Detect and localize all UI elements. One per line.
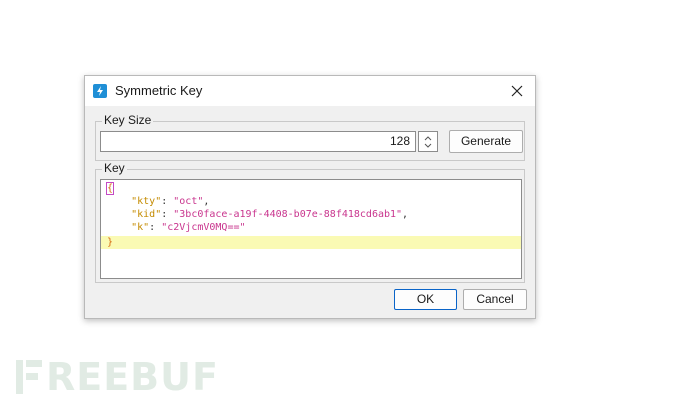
json-key: "kty" [131,196,162,207]
code-line: { [101,182,521,195]
code-line: "k": "c2VjcmV0MQ==" [131,222,246,233]
open-brace: { [106,182,115,195]
key-json-editor[interactable]: { "kty": "oct", "kid": "3bc0face-a19f-44… [100,179,522,279]
lightning-icon [93,84,107,98]
cancel-button[interactable]: Cancel [463,289,527,310]
code-line: "kty": "oct", [131,196,210,207]
dialog-title: Symmetric Key [115,83,203,98]
code-line-current: } [101,236,521,249]
stepper-icon [424,135,432,148]
json-punct: , [402,209,409,220]
key-size-stepper[interactable] [418,131,438,152]
json-value: "c2VjcmV0MQ==" [161,222,246,233]
code-line: "kid": "3bc0face-a19f-4408-b07e-88f418cd… [131,209,409,220]
key-label: Key [102,161,127,175]
generate-button[interactable]: Generate [449,130,523,153]
json-value: "3bc0face-a19f-4408-b07e-88f418cd6ab1" [173,209,403,220]
freebuf-logo-icon [16,358,42,396]
watermark-text: REEBUF [46,355,219,399]
json-key: "kid" [131,209,162,220]
symmetric-key-dialog: Symmetric Key Key Size 128 Generate Key … [84,75,536,319]
close-button[interactable] [507,81,527,101]
ok-button[interactable]: OK [394,289,457,310]
key-size-group: Key Size 128 Generate [95,113,525,161]
key-size-input[interactable]: 128 [100,131,416,152]
key-size-label: Key Size [102,113,154,127]
json-punct: , [203,196,210,207]
title-bar: Symmetric Key [85,76,535,106]
json-key: "k" [131,222,150,233]
close-icon [511,85,523,97]
watermark: REEBUF [16,355,219,399]
close-brace: } [107,237,114,248]
key-group: Key { "kty": "oct", "kid": "3bc0face-a19… [95,161,525,283]
json-value: "oct" [173,196,204,207]
